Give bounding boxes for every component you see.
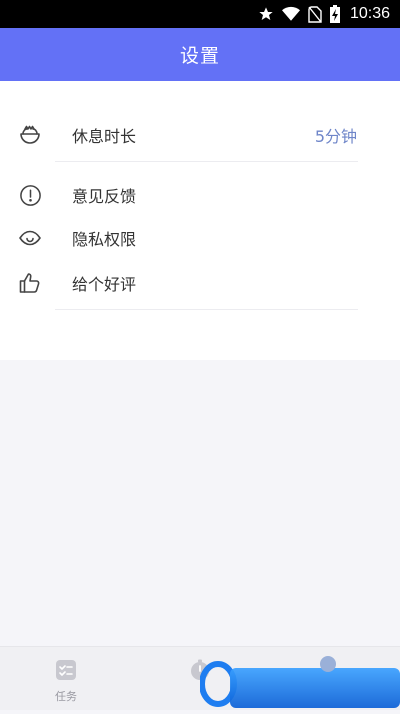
nav-tab-tasks[interactable]: 任务 xyxy=(36,659,96,704)
divider xyxy=(55,161,358,162)
settings-item-label: 隐私权限 xyxy=(72,230,137,249)
status-bar: 10:36 xyxy=(0,0,400,28)
status-time: 10:36 xyxy=(349,5,390,22)
app-header: 设置 xyxy=(0,28,400,81)
no-sim-icon xyxy=(308,5,322,23)
thumbs-up-icon xyxy=(17,270,43,296)
settings-item-feedback[interactable]: 意见反馈 xyxy=(0,173,400,217)
settings-list: 休息时长 5分钟 意见反馈 隐私权限 给个好评 xyxy=(0,81,400,360)
page-title: 设置 xyxy=(179,45,220,67)
settings-item-privacy[interactable]: 隐私权限 xyxy=(0,216,400,260)
eye-icon xyxy=(17,225,43,251)
bowl-icon xyxy=(17,122,43,148)
star-icon xyxy=(258,6,274,22)
settings-item-label: 意见反馈 xyxy=(72,187,137,206)
divider xyxy=(55,309,358,310)
exclamation-circle-icon xyxy=(17,182,43,208)
task-icon xyxy=(55,659,77,685)
rest-duration-value: 5分钟 xyxy=(314,127,357,146)
settings-item-label: 给个好评 xyxy=(72,275,137,294)
watermark-logo xyxy=(199,654,400,710)
battery-charging-icon xyxy=(329,5,340,23)
settings-item-rate-app[interactable]: 给个好评 xyxy=(0,261,400,305)
wifi-icon xyxy=(281,6,300,22)
settings-item-rest-duration[interactable]: 休息时长 5分钟 xyxy=(0,113,400,157)
nav-tab-label: 任务 xyxy=(55,690,77,703)
settings-item-label: 休息时长 xyxy=(72,127,137,146)
